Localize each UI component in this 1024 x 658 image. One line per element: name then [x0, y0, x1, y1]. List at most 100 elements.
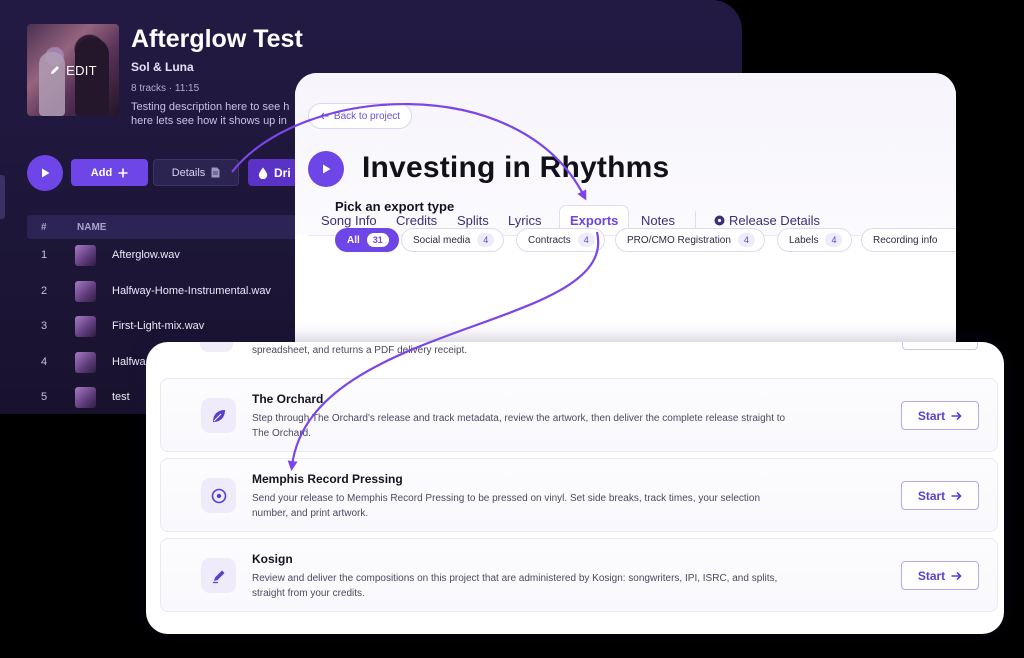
start-button[interactable]	[902, 342, 978, 350]
export-item-icon	[201, 478, 236, 513]
export-item-icon	[201, 558, 236, 593]
filter-chip-contracts[interactable]: Contracts 4	[516, 228, 605, 252]
track-number: 5	[41, 391, 48, 403]
track-row[interactable]: 2 Halfway-Home-Instrumental.wav	[27, 275, 317, 309]
chip-count: 31	[366, 233, 389, 247]
filter-chip-labels[interactable]: Labels 4	[777, 228, 853, 252]
chip-label: Recording info	[873, 234, 938, 246]
document-icon	[211, 167, 220, 178]
album-cover[interactable]: EDIT	[27, 24, 119, 116]
tab-credits[interactable]: Credits	[396, 213, 437, 228]
plus-icon	[118, 168, 128, 177]
filter-chip-pro-cmo[interactable]: PRO/CMO Registration 4	[615, 228, 765, 252]
export-item-description: spreadsheet, and returns a PDF delivery …	[252, 345, 468, 356]
arrow-left-icon	[320, 112, 329, 120]
track-name: test	[112, 391, 130, 403]
edit-cover-button[interactable]: EDIT	[27, 24, 119, 116]
start-button[interactable]: Start	[901, 481, 979, 510]
export-item-icon	[201, 398, 236, 433]
drop-icon	[258, 167, 268, 179]
back-label: Back to project	[333, 110, 401, 122]
track-thumbnail	[75, 281, 96, 302]
filter-chip-all[interactable]: All 31	[335, 228, 399, 252]
filter-chip-recording-info[interactable]: Recording info	[861, 228, 956, 252]
chip-label: PRO/CMO Registration	[627, 234, 731, 246]
start-button[interactable]: Start	[901, 401, 979, 430]
track-name: Afterglow.wav	[112, 249, 180, 261]
tab-notes[interactable]: Notes	[641, 213, 675, 228]
album-title: Afterglow Test	[131, 25, 303, 53]
tab-song-info[interactable]: Song Info	[321, 213, 377, 228]
description-line: here lets see how it shows up in	[131, 115, 287, 127]
chip-label: All	[347, 234, 360, 246]
track-number: 3	[41, 320, 48, 332]
export-item-description: Review and deliver the compositions on t…	[252, 573, 778, 599]
export-item-description: Step through The Orchard's release and t…	[252, 413, 786, 439]
chip-label: Contracts	[528, 234, 571, 246]
track-number: 1	[41, 249, 48, 261]
arrow-right-icon	[951, 411, 962, 420]
track-name: Halfwa	[112, 356, 146, 368]
export-item-icon	[200, 342, 233, 352]
tab-release-details[interactable]: Release Details	[714, 213, 820, 228]
album-meta: 8 tracks · 11:15	[131, 83, 200, 94]
column-name[interactable]: NAME	[77, 222, 106, 233]
play-icon	[323, 164, 331, 174]
pick-export-title: Pick an export type	[335, 199, 455, 214]
exports-list-card: spreadsheet, and returns a PDF delivery …	[146, 342, 1004, 634]
scrollbar-handle[interactable]	[0, 175, 5, 219]
chip-label: Labels	[789, 234, 819, 246]
play-icon	[42, 168, 50, 178]
export-item-kosign: Kosign Review and deliver the compositio…	[160, 538, 998, 612]
track-table-header: # NAME	[27, 215, 317, 239]
track-name: First-Light-mix.wav	[112, 320, 205, 332]
track-name: Halfway-Home-Instrumental.wav	[112, 285, 271, 297]
edit-label: EDIT	[66, 62, 97, 78]
release-details-label: Release Details	[729, 213, 821, 228]
project-card: Back to project Investing in Rhythms Son…	[295, 73, 956, 373]
track-number: 2	[41, 285, 48, 297]
arrow-right-icon	[951, 571, 962, 580]
chip-count: 4	[477, 233, 495, 247]
album-play-button[interactable]	[27, 155, 63, 191]
track-thumbnail	[75, 387, 96, 408]
add-button[interactable]: Add	[71, 159, 148, 186]
track-number: 4	[41, 356, 48, 368]
export-item-description: Send your release to Memphis Record Pres…	[252, 493, 761, 519]
chip-label: Social media	[413, 234, 471, 246]
drip-label: Dri	[274, 165, 291, 180]
chip-count: 4	[577, 233, 595, 247]
project-play-button[interactable]	[308, 151, 344, 187]
chip-count: 4	[825, 233, 843, 247]
export-item-title: Kosign	[252, 552, 293, 566]
pen-icon	[212, 570, 224, 583]
back-to-project-button[interactable]: Back to project	[308, 103, 412, 129]
project-title: Investing in Rhythms	[362, 151, 670, 184]
add-label: Add	[90, 166, 113, 179]
album-artist[interactable]: Sol & Luna	[131, 60, 194, 74]
filter-chip-social-media[interactable]: Social media 4	[401, 228, 505, 252]
start-button[interactable]: Start	[901, 561, 979, 590]
track-row[interactable]: 1 Afterglow.wav	[27, 239, 317, 273]
start-label: Start	[917, 408, 946, 423]
tab-splits[interactable]: Splits	[457, 213, 489, 228]
export-item-memphis-record-pressing: Memphis Record Pressing Send your releas…	[160, 458, 998, 532]
export-item-title: The Orchard	[252, 392, 324, 406]
arrow-right-icon	[951, 491, 962, 500]
album-description: Testing description here to see h here l…	[131, 100, 303, 128]
export-item-the-orchard: The Orchard Step through The Orchard's r…	[160, 378, 998, 452]
column-number: #	[41, 222, 47, 233]
start-label: Start	[917, 568, 946, 583]
tab-lyrics[interactable]: Lyrics	[508, 213, 541, 228]
start-label: Start	[917, 488, 946, 503]
disc-icon	[714, 215, 725, 226]
track-row[interactable]: 3 First-Light-mix.wav	[27, 310, 317, 344]
track-thumbnail	[75, 316, 96, 337]
vinyl-icon	[211, 488, 226, 503]
details-label: Details	[171, 166, 206, 179]
pencil-icon	[51, 66, 60, 74]
track-thumbnail	[75, 352, 96, 373]
description-line: Testing description here to see h	[131, 101, 290, 113]
track-thumbnail	[75, 245, 96, 266]
details-button[interactable]: Details	[153, 159, 239, 186]
